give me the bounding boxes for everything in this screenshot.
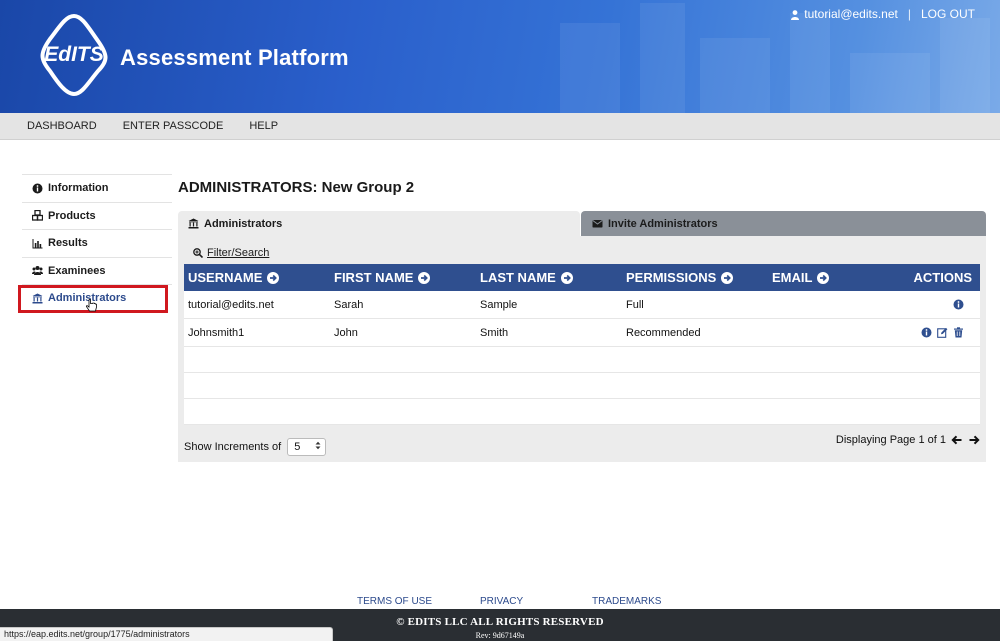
cell-first-name: Sarah	[334, 298, 364, 311]
logout-link[interactable]: LOG OUT	[921, 7, 975, 21]
cell-last-name: Smith	[480, 326, 509, 339]
nav-enter-passcode[interactable]: ENTER PASSCODE	[123, 120, 224, 132]
sidebar-item-information[interactable]: Information	[22, 174, 172, 202]
privacy-link[interactable]: PRIVACY	[480, 596, 523, 607]
background-building	[700, 38, 770, 113]
cell-username: Johnsmith1	[188, 326, 245, 339]
background-building	[560, 23, 620, 113]
arrow-right-icon[interactable]	[968, 434, 980, 446]
nav-dashboard[interactable]: DASHBOARD	[27, 120, 97, 132]
terms-of-use-link[interactable]: TERMS OF USE	[357, 596, 432, 607]
arrow-left-icon[interactable]	[951, 434, 963, 446]
sidebar-item-products[interactable]: Products	[22, 201, 172, 230]
table-row-empty	[184, 399, 980, 425]
bank-icon	[188, 218, 199, 229]
page-title: ADMINISTRATORS: New Group 2	[178, 179, 415, 196]
increments-label: Show Increments of	[184, 441, 282, 453]
sort-arrow-icon	[560, 271, 573, 284]
background-building	[790, 13, 830, 113]
column-header-email[interactable]: EMAIL	[768, 270, 890, 285]
top-nav: DASHBOARD ENTER PASSCODE HELP	[0, 113, 1000, 140]
filter-label: Filter/Search	[207, 247, 270, 259]
column-header-label: FIRST NAME	[334, 270, 414, 285]
filter-search-link[interactable]: Filter/Search	[193, 247, 269, 259]
info-icon[interactable]	[921, 327, 932, 338]
increments-value: 5	[294, 441, 301, 453]
paging-text: Displaying Page 1 of 1	[835, 434, 946, 446]
column-header-label: ACTIONS	[913, 270, 973, 285]
user-icon	[791, 9, 800, 20]
edits-logo[interactable]: EdITS	[36, 13, 112, 97]
sort-arrow-icon	[418, 271, 431, 284]
column-header-label: PERMISSIONS	[626, 270, 717, 285]
trademarks-link[interactable]: TRADEMARKS	[592, 596, 661, 607]
column-header-label: LAST NAME	[480, 270, 556, 285]
tab-label: Invite Administrators	[608, 217, 718, 230]
column-header-first-name[interactable]: FIRST NAME	[330, 270, 476, 285]
info-icon[interactable]	[953, 299, 964, 310]
column-header-label: USERNAME	[188, 270, 263, 285]
app-title: Assessment Platform	[120, 45, 349, 70]
sort-arrow-icon	[817, 271, 830, 284]
sort-arrow-icon	[721, 271, 734, 284]
cell-actions	[890, 327, 980, 338]
sidebar-item-examinees[interactable]: Examinees	[22, 256, 172, 285]
cell-actions	[890, 299, 980, 310]
tab-administrators[interactable]: Administrators	[178, 211, 580, 236]
select-arrows-icon	[315, 441, 321, 453]
sort-arrow-icon	[267, 271, 280, 284]
info-icon	[32, 183, 43, 194]
column-header-actions: ACTIONS	[890, 270, 980, 285]
cell-username: tutorial@edits.net	[188, 298, 274, 311]
background-building	[940, 18, 990, 113]
user-area: tutorial@edits.net | LOG OUT	[791, 7, 975, 21]
cell-last-name: Sample	[480, 298, 518, 311]
tab-label: Administrators	[204, 217, 283, 230]
separator: |	[907, 7, 911, 21]
search-plus-icon	[193, 248, 203, 258]
column-header-permissions[interactable]: PERMISSIONS	[622, 270, 768, 285]
table-row: Johnsmith1 John Smith Recommended	[184, 319, 980, 347]
logo-text: EdITS	[44, 43, 104, 66]
hand-cursor-icon	[85, 299, 98, 313]
bar-chart-icon	[32, 238, 43, 249]
cell-permissions: Recommended	[626, 326, 701, 339]
sidebar-item-label: Results	[48, 237, 88, 250]
cell-first-name: John	[334, 326, 358, 339]
sidebar-item-label: Information	[48, 182, 109, 195]
table-header: USERNAME FIRST NAME LAST NAME PERMISSION…	[184, 264, 980, 291]
cell-permissions: Full	[626, 298, 644, 311]
logo-diamond-icon: EdITS	[40, 13, 108, 97]
browser-status-url: https://eap.edits.net/group/1775/adminis…	[0, 627, 333, 641]
user-email-link[interactable]: tutorial@edits.net	[804, 7, 898, 21]
header-banner: EdITS Assessment Platform tutorial@edits…	[0, 0, 1000, 113]
pagination: Displaying Page 1 of 1	[836, 434, 980, 446]
administrators-table: USERNAME FIRST NAME LAST NAME PERMISSION…	[184, 264, 980, 425]
tab-invite-administrators[interactable]: Invite Administrators	[581, 211, 986, 236]
background-building	[850, 53, 930, 113]
table-row-empty	[184, 347, 980, 373]
column-header-username[interactable]: USERNAME	[184, 270, 330, 285]
increments-select[interactable]: 5	[287, 438, 327, 456]
sidebar-item-results[interactable]: Results	[22, 229, 172, 257]
nav-help[interactable]: HELP	[249, 120, 278, 132]
table-row-empty	[184, 373, 980, 399]
column-header-last-name[interactable]: LAST NAME	[476, 270, 622, 285]
trash-icon[interactable]	[953, 327, 964, 338]
cubes-icon	[32, 210, 43, 221]
sidebar-item-label: Examinees	[48, 264, 106, 277]
column-header-label: EMAIL	[772, 270, 813, 285]
edit-icon[interactable]	[937, 327, 948, 338]
users-icon	[32, 265, 43, 276]
envelope-icon	[592, 218, 603, 229]
sidebar-item-label: Products	[48, 209, 96, 222]
increments-control: Show Increments of 5	[184, 438, 327, 456]
table-row: tutorial@edits.net Sarah Sample Full	[184, 291, 980, 319]
background-building	[640, 3, 685, 113]
